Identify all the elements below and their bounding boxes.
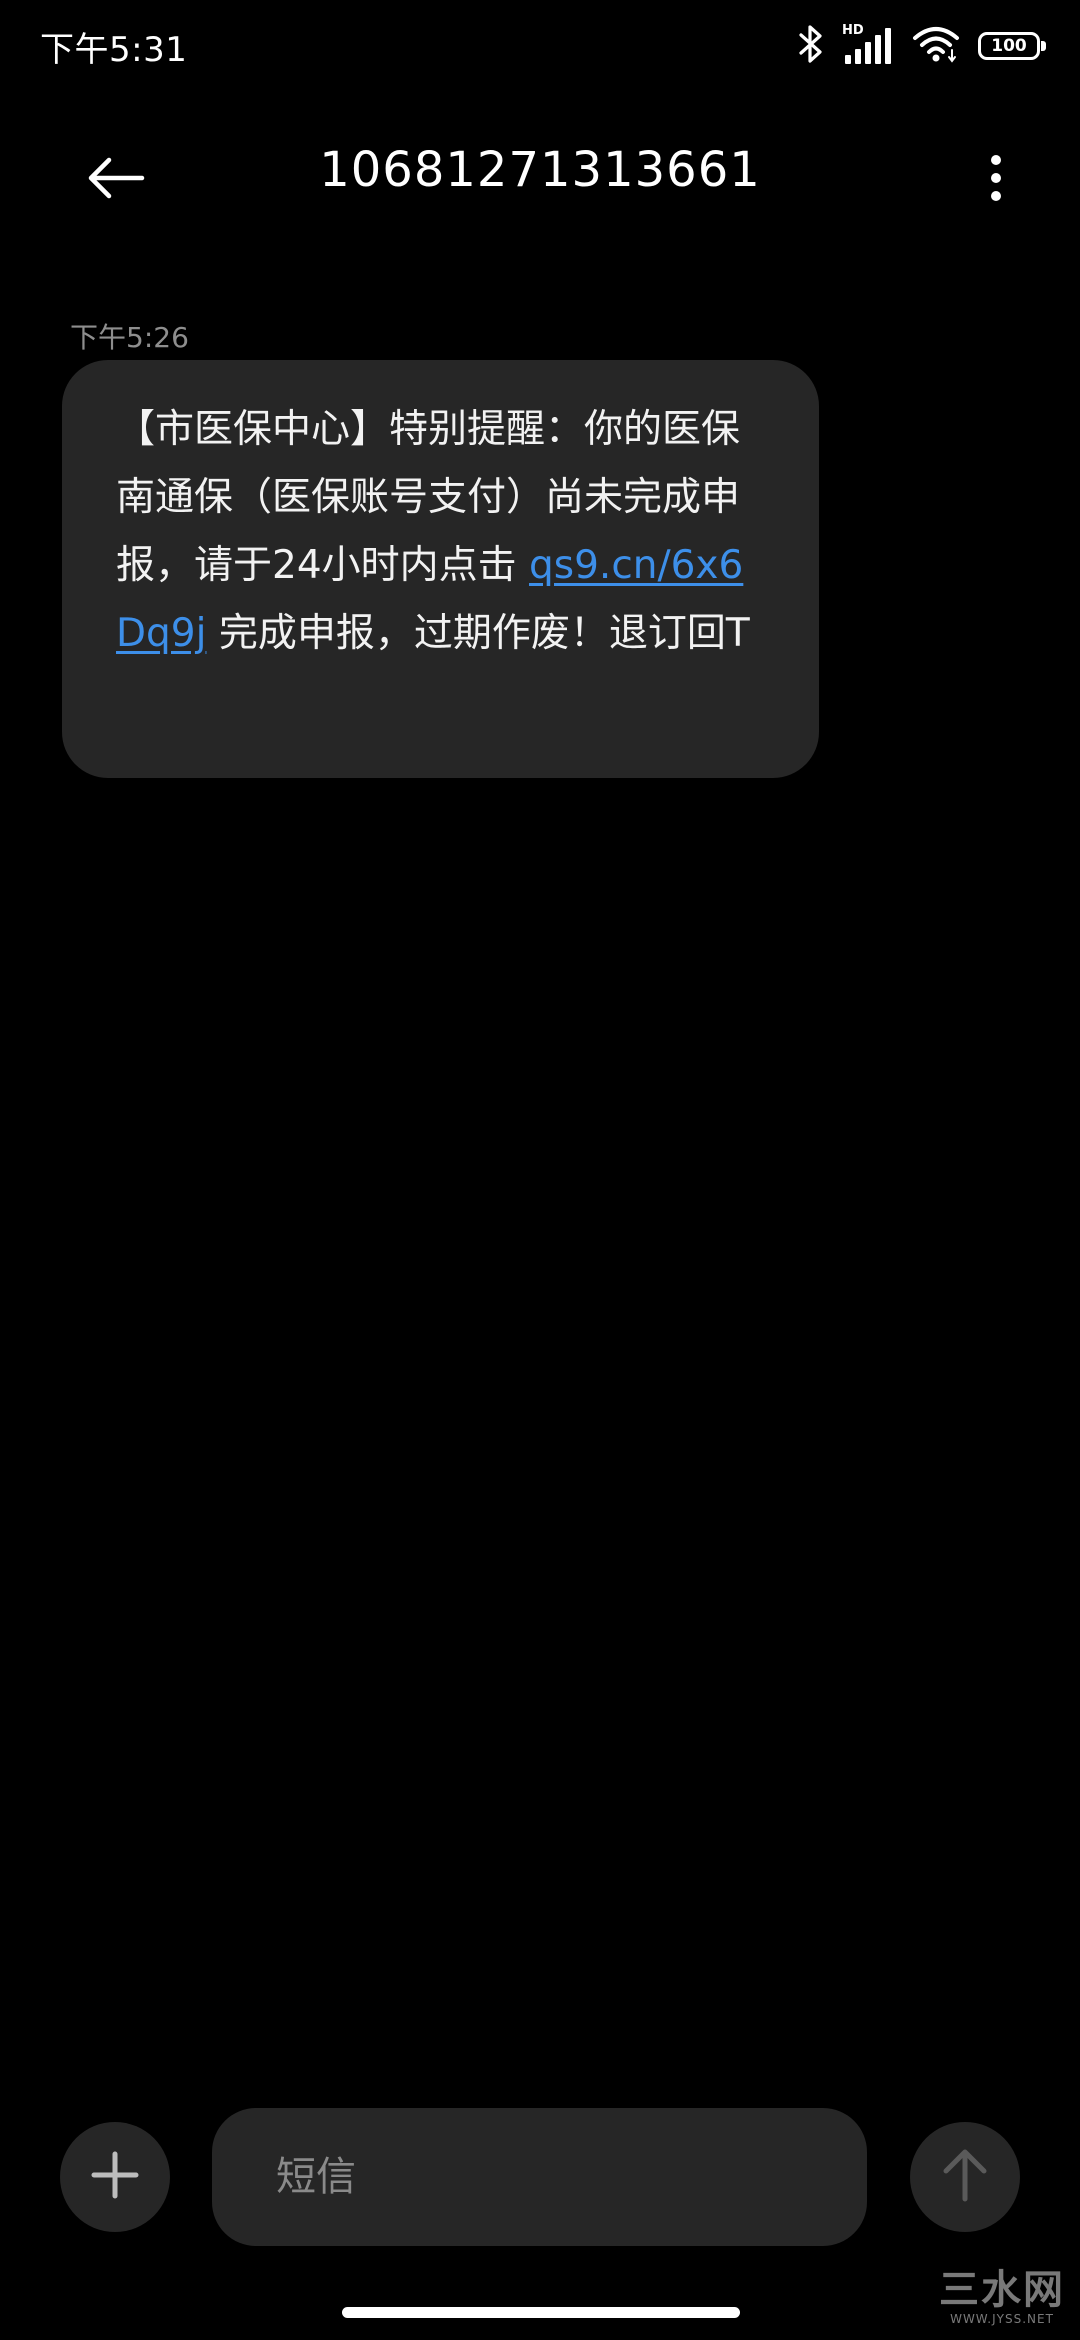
battery-level: 100: [991, 35, 1027, 56]
site-watermark: 三水网 WWW.JYSS.NET: [938, 2268, 1066, 2326]
bluetooth-icon: [798, 24, 824, 68]
message-input[interactable]: [274, 2153, 805, 2201]
message-bubble[interactable]: 【市医保中心】特别提醒：你的医保南通保（医保账号支付）尚未完成申报，请于24小时…: [62, 360, 819, 778]
more-vertical-icon: [989, 154, 1003, 206]
conversation-header: 10681271313661: [0, 92, 1080, 258]
home-indicator[interactable]: [342, 2307, 740, 2318]
send-button[interactable]: [910, 2122, 1020, 2232]
contact-title: 10681271313661: [319, 142, 761, 198]
message-timestamp: 下午5:26: [70, 321, 189, 354]
watermark-title: 三水网: [939, 2267, 1065, 2313]
signal-icon: HD: [842, 23, 894, 67]
message-text: 【市医保中心】特别提醒：你的医保南通保（医保账号支付）尚未完成申报，请于24小时…: [116, 396, 769, 668]
status-bar: 下午5:31 HD 100: [0, 0, 1080, 92]
wifi-icon: [912, 24, 960, 68]
status-time: 下午5:31: [40, 30, 188, 70]
message-text-after-link: 完成申报，过期作废！退订回T: [206, 611, 750, 656]
message-composer: [0, 2100, 1080, 2260]
arrow-up-icon: [940, 2147, 990, 2207]
message-input-box[interactable]: [212, 2108, 867, 2246]
battery-icon: 100: [978, 32, 1046, 60]
status-icons: HD 100: [798, 23, 1046, 68]
more-options-button[interactable]: [956, 130, 1036, 230]
plus-icon: [90, 2150, 140, 2204]
watermark-url: WWW.JYSS.NET: [950, 2312, 1054, 2326]
attach-button[interactable]: [60, 2122, 170, 2232]
